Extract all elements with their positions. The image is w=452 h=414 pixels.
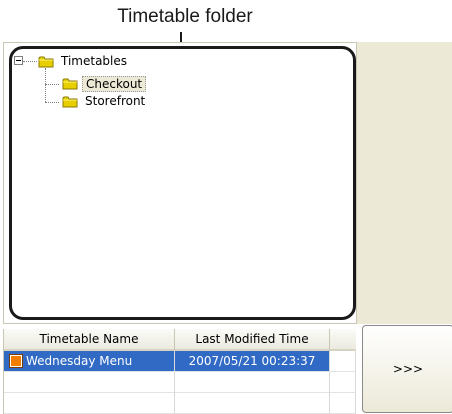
tree-connector-line bbox=[23, 61, 37, 62]
tree-node-label: Storefront bbox=[85, 93, 146, 108]
tree-connector-line bbox=[45, 84, 59, 85]
callout-label: Timetable folder bbox=[117, 6, 253, 27]
empty-cell bbox=[4, 393, 175, 414]
table-row-empty bbox=[4, 393, 356, 414]
folder-icon bbox=[62, 77, 78, 90]
tree-node-checkout[interactable]: Checkout bbox=[62, 75, 147, 92]
empty-cell bbox=[4, 372, 175, 393]
color-swatch-icon bbox=[9, 354, 23, 368]
empty-cell bbox=[330, 393, 356, 414]
tree-connector-line bbox=[45, 68, 46, 102]
right-empty-pane bbox=[357, 42, 452, 324]
empty-cell bbox=[175, 393, 330, 414]
collapse-toggle-icon[interactable] bbox=[14, 56, 23, 65]
row-modified-cell: 2007/05/21 00:23:37 bbox=[175, 351, 330, 372]
column-header-modified[interactable]: Last Modified Time bbox=[175, 329, 330, 351]
table-row[interactable]: Wednesday Menu 2007/05/21 00:23:37 bbox=[4, 351, 356, 372]
folder-icon bbox=[38, 55, 54, 68]
tree-node-storefront[interactable]: Storefront bbox=[62, 93, 148, 110]
folder-icon bbox=[62, 95, 78, 108]
tree-node-label: Checkout bbox=[82, 75, 147, 92]
row-name-cell: Wednesday Menu bbox=[4, 351, 175, 372]
empty-cell bbox=[175, 372, 330, 393]
table-row-empty bbox=[4, 372, 356, 393]
column-header-name[interactable]: Timetable Name bbox=[4, 329, 175, 351]
timetable-list[interactable]: Timetable Name Last Modified Time Wednes… bbox=[3, 329, 356, 414]
table-header: Timetable Name Last Modified Time bbox=[4, 329, 356, 351]
tree-node-timetables[interactable]: Timetables bbox=[38, 53, 130, 70]
row-name-label: Wednesday Menu bbox=[26, 354, 133, 368]
move-right-button[interactable]: >>> bbox=[362, 325, 452, 413]
empty-cell bbox=[330, 372, 356, 393]
column-header-filler bbox=[330, 329, 356, 351]
tree-node-label: Timetables bbox=[61, 53, 128, 68]
row-filler-cell bbox=[330, 351, 356, 372]
tree-connector-line bbox=[45, 102, 59, 103]
